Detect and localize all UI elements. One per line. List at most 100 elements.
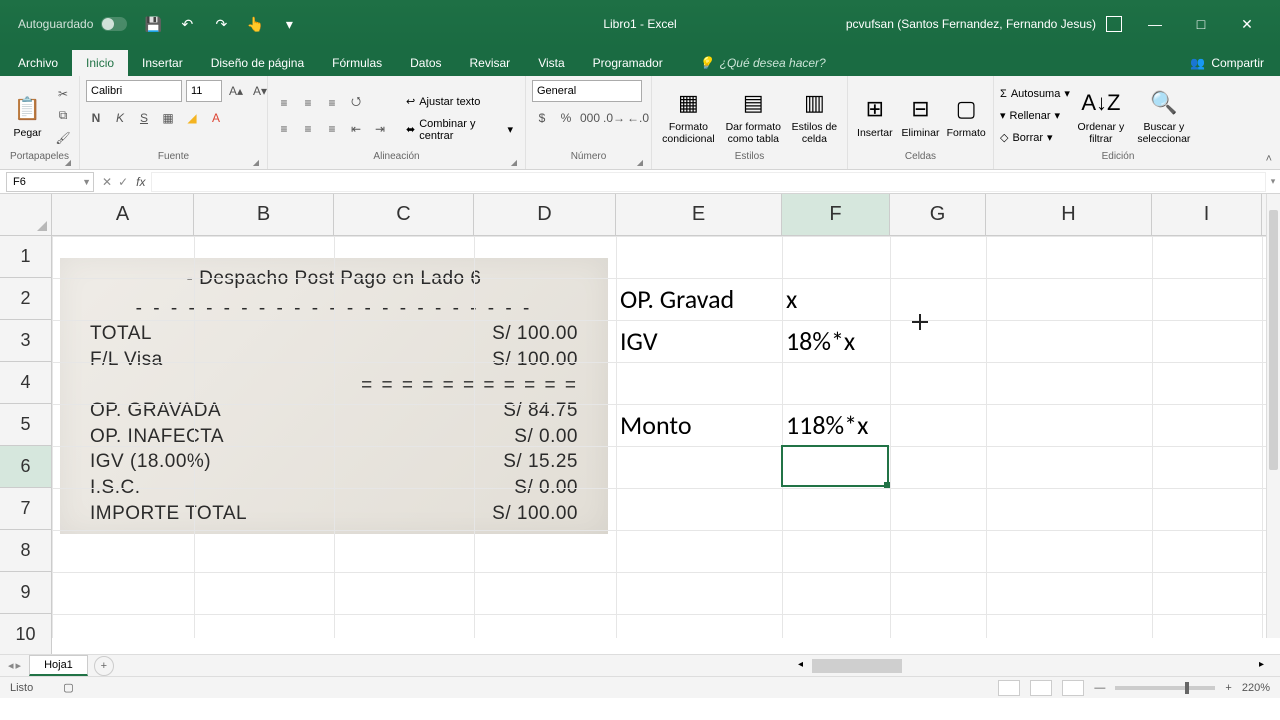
- vertical-scrollbar[interactable]: [1266, 194, 1280, 638]
- fx-icon[interactable]: fx: [136, 175, 145, 189]
- col-header-F[interactable]: F: [782, 194, 890, 235]
- zoom-in-icon[interactable]: +: [1225, 682, 1231, 694]
- find-select-button[interactable]: 🔍Buscar y seleccionar: [1132, 87, 1196, 145]
- tab-home[interactable]: Inicio: [72, 50, 128, 76]
- zoom-out-icon[interactable]: —: [1094, 682, 1105, 694]
- row-header-7[interactable]: 7: [0, 488, 51, 530]
- enter-formula-icon[interactable]: ✓: [118, 175, 128, 189]
- increase-decimal-icon[interactable]: .0→: [604, 108, 624, 128]
- clipboard-launcher-icon[interactable]: ◢: [65, 158, 71, 167]
- increase-font-icon[interactable]: A▴: [226, 81, 246, 101]
- row-header-5[interactable]: 5: [0, 404, 51, 446]
- new-sheet-button[interactable]: +: [94, 656, 114, 676]
- tell-me-search[interactable]: 💡 ¿Qué desea hacer?: [685, 50, 840, 76]
- align-top-icon[interactable]: ≡: [274, 93, 294, 113]
- bold-button[interactable]: N: [86, 108, 106, 128]
- touch-icon[interactable]: 👆: [247, 16, 263, 32]
- row-header-4[interactable]: 4: [0, 362, 51, 404]
- row-headers[interactable]: 12345678910: [0, 236, 52, 656]
- format-cells-button[interactable]: ▢Formato: [945, 93, 987, 139]
- align-middle-icon[interactable]: ≡: [298, 93, 318, 113]
- sheet-prev-icon[interactable]: ◂: [8, 659, 14, 672]
- row-header-10[interactable]: 10: [0, 614, 51, 656]
- cell-F3[interactable]: 18%*x: [782, 320, 930, 362]
- font-launcher-icon[interactable]: ◢: [253, 158, 259, 167]
- align-right-icon[interactable]: ≡: [322, 119, 342, 139]
- merge-center-button[interactable]: ⬌Combinar y centrar▾: [400, 119, 519, 141]
- share-button[interactable]: 👥 Compartir: [1176, 50, 1280, 76]
- row-header-8[interactable]: 8: [0, 530, 51, 572]
- page-layout-view-button[interactable]: [1030, 680, 1052, 696]
- col-header-E[interactable]: E: [616, 194, 782, 235]
- cells-area[interactable]: - Despacho Post Pago en Lado 6 - - - - -…: [52, 236, 1266, 638]
- decrease-decimal-icon[interactable]: ←.0: [628, 108, 648, 128]
- comma-icon[interactable]: 000: [580, 108, 600, 128]
- collapse-ribbon-icon[interactable]: ˄: [1266, 153, 1272, 165]
- save-icon[interactable]: 💾: [145, 16, 161, 32]
- tab-developer[interactable]: Programador: [579, 50, 677, 76]
- undo-icon[interactable]: ↶: [179, 16, 195, 32]
- align-left-icon[interactable]: ≡: [274, 119, 294, 139]
- minimize-button[interactable]: —: [1132, 9, 1178, 39]
- zoom-level[interactable]: 220%: [1242, 682, 1270, 694]
- row-header-2[interactable]: 2: [0, 278, 51, 320]
- cell-F2[interactable]: x: [782, 278, 930, 320]
- autosum-button[interactable]: ΣAutosuma▾: [1000, 84, 1070, 104]
- tab-view[interactable]: Vista: [524, 50, 578, 76]
- cell-styles-button[interactable]: ▥Estilos de celda: [788, 87, 841, 145]
- expand-formula-icon[interactable]: ▾: [1266, 176, 1280, 187]
- col-header-D[interactable]: D: [474, 194, 616, 235]
- name-box[interactable]: F6▼: [6, 172, 94, 192]
- conditional-format-button[interactable]: ▦Formato condicional: [658, 87, 719, 145]
- col-header-A[interactable]: A: [52, 194, 194, 235]
- tab-data[interactable]: Datos: [396, 50, 455, 76]
- tab-formulas[interactable]: Fórmulas: [318, 50, 396, 76]
- row-header-6[interactable]: 6: [0, 446, 51, 488]
- qat-more-icon[interactable]: ▾: [281, 16, 297, 32]
- col-header-B[interactable]: B: [194, 194, 334, 235]
- sheet-tab-hoja1[interactable]: Hoja1: [29, 655, 88, 676]
- col-header-H[interactable]: H: [986, 194, 1152, 235]
- align-center-icon[interactable]: ≡: [298, 119, 318, 139]
- row-header-3[interactable]: 3: [0, 320, 51, 362]
- cut-icon[interactable]: ✂: [53, 84, 73, 104]
- wrap-text-button[interactable]: ↩Ajustar texto: [400, 91, 519, 113]
- scroll-right-icon[interactable]: ▸: [1259, 659, 1264, 670]
- font-name-select[interactable]: [86, 80, 182, 102]
- decrease-indent-icon[interactable]: ⇤: [346, 119, 366, 139]
- sheet-next-icon[interactable]: ▸: [16, 659, 22, 672]
- copy-icon[interactable]: ⧉: [53, 106, 73, 126]
- formula-input[interactable]: [151, 172, 1266, 192]
- font-size-select[interactable]: [186, 80, 222, 102]
- increase-indent-icon[interactable]: ⇥: [370, 119, 390, 139]
- align-bottom-icon[interactable]: ≡: [322, 93, 342, 113]
- italic-button[interactable]: K: [110, 108, 130, 128]
- page-break-view-button[interactable]: [1062, 680, 1084, 696]
- orientation-icon[interactable]: ⭯: [346, 93, 366, 113]
- col-header-I[interactable]: I: [1152, 194, 1262, 235]
- tab-insert[interactable]: Insertar: [128, 50, 197, 76]
- zoom-slider[interactable]: [1115, 686, 1215, 690]
- border-icon[interactable]: ▦: [158, 108, 178, 128]
- format-painter-icon[interactable]: 🖌: [53, 128, 73, 148]
- cell-F5[interactable]: 118%*x: [782, 404, 930, 446]
- cancel-formula-icon[interactable]: ✕: [102, 175, 112, 189]
- alignment-launcher-icon[interactable]: ◢: [511, 158, 517, 167]
- tab-page-layout[interactable]: Diseño de página: [197, 50, 318, 76]
- number-format-select[interactable]: [532, 80, 642, 102]
- column-headers[interactable]: ABCDEFGHI: [52, 194, 1266, 236]
- row-header-9[interactable]: 9: [0, 572, 51, 614]
- format-table-button[interactable]: ▤Dar formato como tabla: [723, 87, 784, 145]
- underline-button[interactable]: S: [134, 108, 154, 128]
- scroll-left-icon[interactable]: ◂: [798, 659, 803, 670]
- close-button[interactable]: ✕: [1224, 9, 1270, 39]
- redo-icon[interactable]: ↷: [213, 16, 229, 32]
- number-launcher-icon[interactable]: ◢: [637, 158, 643, 167]
- select-all-button[interactable]: [0, 194, 52, 236]
- normal-view-button[interactable]: [998, 680, 1020, 696]
- font-color-icon[interactable]: A: [206, 108, 226, 128]
- fill-color-icon[interactable]: ◢: [182, 108, 202, 128]
- paste-button[interactable]: 📋 Pegar: [6, 93, 49, 139]
- maximize-button[interactable]: □: [1178, 9, 1224, 39]
- row-header-1[interactable]: 1: [0, 236, 51, 278]
